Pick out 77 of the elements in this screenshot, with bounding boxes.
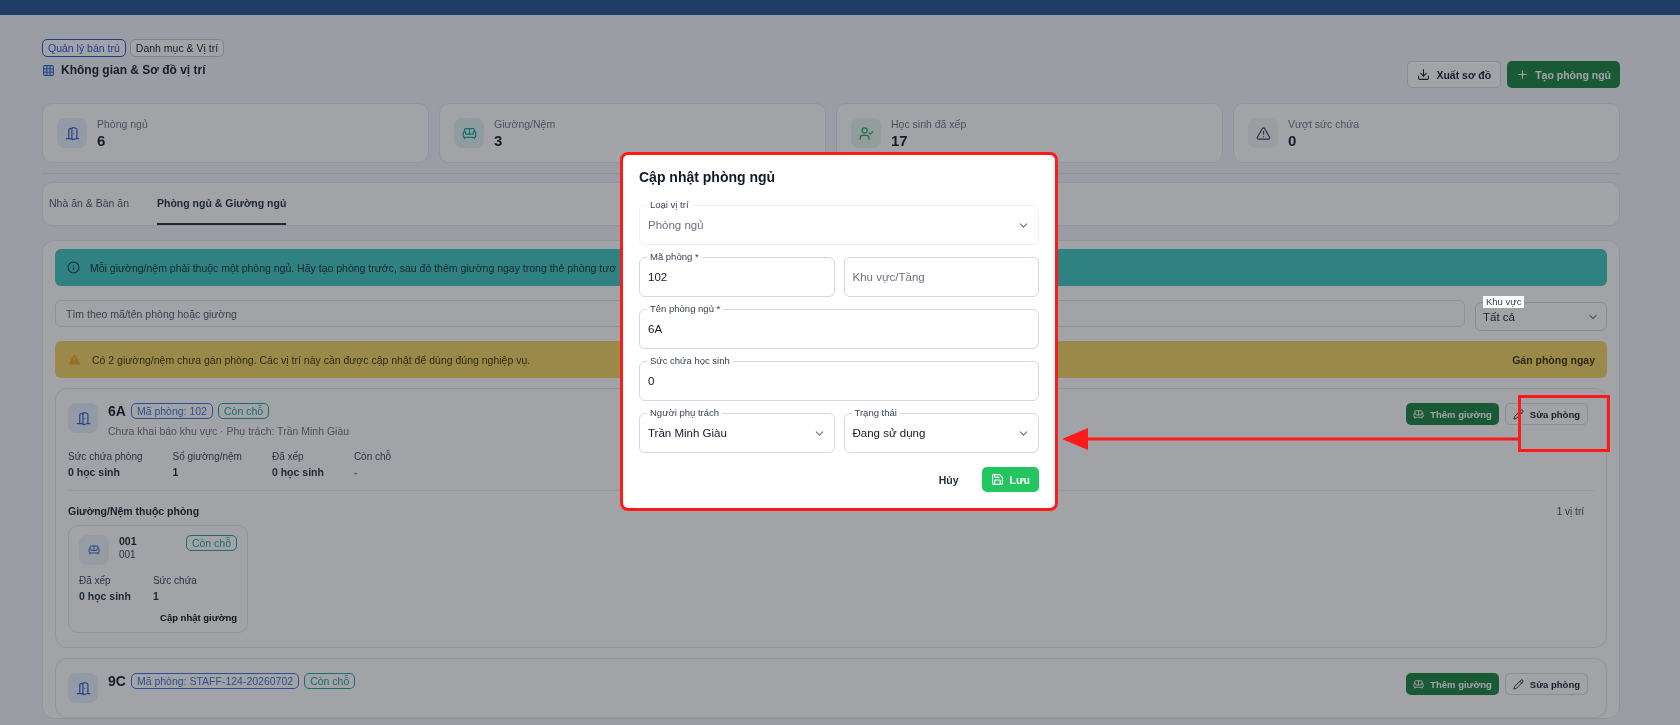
status-tag: Còn chỗ bbox=[185, 535, 237, 551]
room-code-tag: Mã phòng: 102 bbox=[130, 403, 213, 419]
select-field[interactable]: Khu vực Tất cả bbox=[1475, 296, 1607, 331]
banner-text: Mỗi giường/nệm phải thuộc một phòng ngủ. Hãy tạo phòng trước, sau đó thêm giường ngay trong thẻ phòng tươ bbox=[90, 261, 617, 274]
stat-value: - bbox=[353, 466, 359, 478]
page-title: Không gian & Sơ đồ vị trí bbox=[61, 63, 206, 77]
field-label: Sức chứa học sinh bbox=[647, 355, 733, 367]
stat-label: Đã xếp bbox=[271, 451, 305, 462]
sofa-icon bbox=[1413, 408, 1425, 420]
stat-label: Còn chỗ bbox=[353, 451, 392, 462]
status-tag: Còn chỗ bbox=[304, 673, 356, 689]
stat-label: Phòng ngủ bbox=[97, 117, 148, 130]
room-code-tag: Mã phòng: STAFF-124-20260702 bbox=[130, 673, 300, 689]
pencil-icon bbox=[1512, 678, 1524, 690]
pencil-icon bbox=[1512, 408, 1524, 420]
warning-text: Có 2 giường/nệm chưa gán phòng. Các vị trí này cần được cập nhật để dùng đúng nghiệp vụ. bbox=[92, 353, 531, 366]
room-name: 9C bbox=[108, 673, 126, 689]
field-label: Mã phòng * bbox=[647, 251, 702, 263]
warning-icon bbox=[1248, 118, 1278, 148]
bed-count: 1 vị trí bbox=[1556, 505, 1584, 517]
download-icon bbox=[1417, 68, 1431, 81]
user-check-icon bbox=[851, 118, 881, 148]
stat-value: 17 bbox=[891, 131, 909, 149]
stat-label: Số giường/nệm bbox=[172, 451, 242, 462]
stat-label: Đã xếp bbox=[79, 575, 112, 586]
select-field[interactable]: Người phụ trách Trần Minh Giàu bbox=[639, 407, 835, 453]
edit-room-button[interactable]: Sửa phòng bbox=[1504, 673, 1588, 695]
tab[interactable]: Nhà ăn & Bàn ăn bbox=[49, 183, 129, 225]
stat-value: 0 học sinh bbox=[271, 466, 324, 478]
bed-name: 001 bbox=[119, 535, 137, 547]
cancel-button[interactable]: Hủy bbox=[929, 467, 968, 492]
update-bed-button[interactable]: Cập nhật giường bbox=[160, 612, 237, 623]
grid-icon bbox=[42, 63, 55, 77]
export-button[interactable]: Xuất sơ đồ bbox=[1407, 61, 1502, 88]
status-tag: Còn chỗ bbox=[217, 403, 270, 419]
stat-value: 6 bbox=[97, 131, 107, 149]
breadcrumb-chip[interactable]: Danh mục & Vị trí bbox=[129, 39, 225, 57]
stat-value: 0 bbox=[1288, 131, 1298, 149]
field-label: Trạng thái bbox=[851, 407, 900, 419]
door-icon bbox=[68, 673, 98, 703]
plus-icon bbox=[1516, 68, 1530, 81]
dialog-title: Cập nhật phòng ngủ bbox=[639, 169, 777, 185]
door-icon bbox=[57, 118, 87, 148]
input-field[interactable]: Sức chứa học sinh 0 bbox=[639, 355, 1039, 401]
select-field[interactable]: Trạng thái Đang sử dụng bbox=[843, 407, 1039, 453]
stat-label: Giường/Nệm bbox=[494, 117, 556, 130]
breadcrumb-chip[interactable]: Quản lý bán trú bbox=[42, 39, 126, 57]
sofa-icon bbox=[79, 535, 109, 565]
stat-label: Sức chứa phòng bbox=[68, 451, 143, 462]
input-field[interactable]: Mã phòng * 102 bbox=[639, 251, 835, 297]
field-label: Loại vị trí bbox=[647, 199, 692, 211]
sofa-icon bbox=[454, 118, 484, 148]
stat-value: 1 bbox=[152, 590, 160, 602]
field-label: Khu vực bbox=[1483, 296, 1525, 308]
assign-link[interactable]: Gán phòng ngay bbox=[1512, 353, 1595, 366]
stat-value: 0 học sinh bbox=[68, 466, 121, 478]
edit-room-button[interactable]: Sửa phòng bbox=[1504, 403, 1588, 425]
stat-value: 0 học sinh bbox=[79, 590, 131, 602]
stat-label: Sức chứa bbox=[152, 575, 197, 586]
sofa-icon bbox=[1413, 678, 1425, 690]
door-icon bbox=[68, 403, 98, 433]
field-label: Người phụ trách bbox=[647, 407, 723, 419]
info-icon bbox=[67, 261, 80, 274]
field-label: Tên phòng ngủ * bbox=[647, 303, 724, 315]
room-name: 6A bbox=[108, 403, 126, 419]
stat-value: 3 bbox=[494, 131, 504, 149]
stat-value: 1 bbox=[172, 466, 180, 478]
input-field[interactable]: Tên phòng ngủ * 6A bbox=[639, 303, 1039, 349]
section-title: Giường/Nệm thuộc phòng bbox=[68, 505, 200, 517]
room-subtitle: Chưa khai báo khu vực · Phụ trách: Trần Minh Giàu bbox=[108, 425, 350, 437]
bed-code: 001 bbox=[119, 549, 137, 560]
tab[interactable]: Phòng ngủ & Giường ngủ bbox=[157, 183, 287, 225]
input-field[interactable]: Khu vực/Tầng bbox=[843, 251, 1039, 297]
stat-label: Học sinh đã xếp bbox=[891, 117, 967, 130]
stat-label: Vượt sức chứa bbox=[1288, 117, 1360, 130]
warning-icon bbox=[67, 352, 82, 367]
save-icon bbox=[990, 473, 1004, 486]
